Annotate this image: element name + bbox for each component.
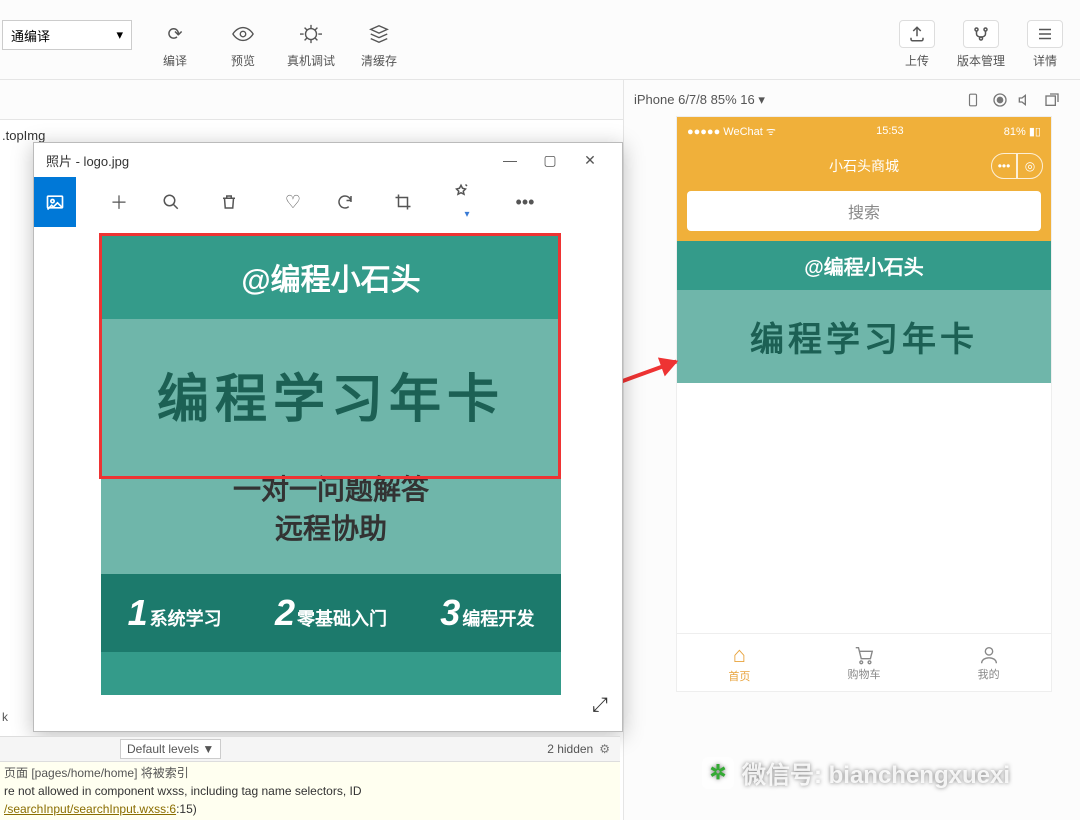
capsule-close-icon[interactable]: ◎ (1017, 153, 1043, 179)
log-line: re not allowed in component wxss, includ… (4, 782, 616, 800)
cart-icon (852, 644, 876, 666)
phone-simulator: ●●●●● WeChat ᯤ 15:53 81% ▮▯ 小石头商城 ••• ◎ … (676, 116, 1052, 692)
compile-label: 编译 (163, 52, 187, 69)
gallery-mode-button[interactable] (34, 177, 76, 227)
status-battery: 81% ▮▯ (1004, 125, 1041, 138)
phone-body (677, 383, 1051, 633)
console-toolbar: Default levels ▼ 2 hidden ⚙ (0, 736, 620, 762)
page-title: 小石头商城 (829, 156, 899, 176)
capsule-menu-icon[interactable]: ••• (991, 153, 1017, 179)
tab-cart-label: 购物车 (848, 666, 881, 682)
banner-main: 编程学习年卡 (677, 290, 1051, 383)
simulator-panel: iPhone 6/7/8 85% 16 ▾ ●●●●● WeChat ᯤ 15:… (623, 80, 1080, 820)
preview-label: 预览 (231, 52, 255, 69)
popout-icon[interactable] (1044, 92, 1070, 108)
tab-me[interactable]: 我的 (926, 634, 1051, 691)
menu-icon (1027, 20, 1063, 48)
upload-button[interactable]: 上传 (892, 20, 942, 69)
img-footer: 1系统学习 2零基础入门 3编程开发 (101, 574, 561, 652)
delete-icon[interactable] (220, 193, 250, 211)
photo-viewer-window: 照片 - logo.jpg ― ▢ ✕ ＋ ♡ ▾ ••• @编程小石头 编程学… (33, 142, 623, 732)
log-line: /searchInput/searchInput.wxss:6:15) (4, 800, 616, 818)
upload-icon (899, 20, 935, 48)
tab-me-label: 我的 (978, 666, 1000, 682)
layers-icon (368, 20, 390, 48)
log-line: 页面 [pages/home/home] 将被索引 (4, 764, 616, 782)
more-icon[interactable]: ••• (510, 192, 540, 213)
detail-label: 详情 (1033, 52, 1057, 69)
crop-icon[interactable] (394, 193, 424, 211)
console-log[interactable]: 页面 [pages/home/home] 将被索引 re not allowed… (0, 762, 620, 820)
toolbar-left-group: ⟳ 编译 预览 真机调试 清缓存 (150, 20, 404, 69)
tab-home[interactable]: ⌂ 首页 (677, 634, 802, 691)
remote-debug-button[interactable]: 真机调试 (286, 20, 336, 69)
annotation-crop-box (99, 233, 561, 479)
version-label: 版本管理 (957, 52, 1005, 69)
bug-icon (300, 20, 322, 48)
watermark: ✲ 微信号: bianchengxuexi (702, 755, 1010, 790)
rotate-icon[interactable] (336, 193, 366, 211)
search-placeholder: 搜索 (848, 199, 880, 223)
clear-cache-button[interactable]: 清缓存 (354, 20, 404, 69)
phone-icon[interactable] (966, 91, 992, 109)
wechat-icon: ✲ (702, 757, 734, 789)
window-titlebar[interactable]: 照片 - logo.jpg ― ▢ ✕ (34, 143, 622, 177)
minimize-button[interactable]: ― (490, 152, 530, 168)
compile-button[interactable]: ⟳ 编译 (150, 20, 200, 69)
banner-image[interactable]: @编程小石头 编程学习年卡 (677, 241, 1051, 383)
watermark-text: 微信号: bianchengxuexi (742, 755, 1010, 790)
branch-icon (963, 20, 999, 48)
upload-label: 上传 (905, 52, 929, 69)
compile-mode-label: 通编译 (11, 26, 50, 45)
photo-canvas[interactable]: @编程小石头 编程学习年卡 一对一问题解答 远程协助 1系统学习 2零基础入门 … (101, 235, 561, 695)
compile-mode-select[interactable]: 通编译 ▾ (2, 20, 132, 50)
chevron-down-icon: ▾ (464, 209, 469, 220)
add-icon[interactable]: ＋ (104, 189, 134, 215)
edit-icon[interactable]: ▾ (452, 183, 482, 222)
record-icon[interactable] (992, 92, 1018, 108)
img-sub: 一对一问题解答 远程协助 (101, 470, 561, 574)
tab-home-label: 首页 (728, 668, 750, 684)
user-icon (978, 644, 1000, 666)
refresh-icon: ⟳ (167, 20, 182, 48)
zoom-icon[interactable] (162, 193, 192, 211)
chevron-down-icon: ▾ (116, 27, 123, 43)
mute-icon[interactable] (1018, 92, 1044, 108)
window-title: 照片 - logo.jpg (46, 151, 129, 170)
status-time: 15:53 (876, 125, 904, 137)
device-select[interactable]: iPhone 6/7/8 85% 16 ▾ (634, 92, 966, 108)
close-button[interactable]: ✕ (570, 152, 610, 169)
search-bar-wrap: 搜索 (677, 187, 1051, 241)
search-input[interactable]: 搜索 (687, 191, 1041, 231)
version-button[interactable]: 版本管理 (956, 20, 1006, 69)
favorite-icon[interactable]: ♡ (278, 192, 308, 213)
eye-icon (232, 20, 254, 48)
main-toolbar: 通编译 ▾ ⟳ 编译 预览 真机调试 清缓存 (0, 0, 1080, 80)
phone-navbar: 小石头商城 ••• ◎ (677, 145, 1051, 187)
hidden-count[interactable]: 2 hidden (547, 742, 593, 756)
fullscreen-icon[interactable]: ⤢ (592, 694, 608, 717)
maximize-button[interactable]: ▢ (530, 152, 570, 169)
home-icon: ⌂ (733, 642, 746, 668)
code-gutter-letter: k (2, 710, 8, 724)
device-bar: iPhone 6/7/8 85% 16 ▾ (624, 80, 1080, 120)
tab-cart[interactable]: 购物车 (802, 634, 927, 691)
photo-toolbar: ＋ ♡ ▾ ••• (34, 177, 622, 227)
preview-button[interactable]: 预览 (218, 20, 268, 69)
capsule-buttons: ••• ◎ (991, 153, 1043, 179)
wifi-icon: ᯤ (763, 126, 776, 138)
log-level-select[interactable]: Default levels ▼ (120, 739, 221, 759)
breadcrumb: .topImg (2, 128, 45, 143)
clear-cache-label: 清缓存 (361, 52, 397, 69)
banner-title: @编程小石头 (677, 241, 1051, 290)
phone-statusbar: ●●●●● WeChat ᯤ 15:53 81% ▮▯ (677, 117, 1051, 145)
remote-debug-label: 真机调试 (287, 52, 335, 69)
devtools-console: Default levels ▼ 2 hidden ⚙ 页面 [pages/ho… (0, 736, 620, 820)
toolbar-right-group: 上传 版本管理 详情 (892, 20, 1070, 69)
detail-button[interactable]: 详情 (1020, 20, 1070, 69)
status-carrier: ●●●●● WeChat ᯤ (687, 124, 776, 139)
tabbar: ⌂ 首页 购物车 我的 (677, 633, 1051, 691)
gear-icon[interactable]: ⚙ (599, 742, 610, 756)
